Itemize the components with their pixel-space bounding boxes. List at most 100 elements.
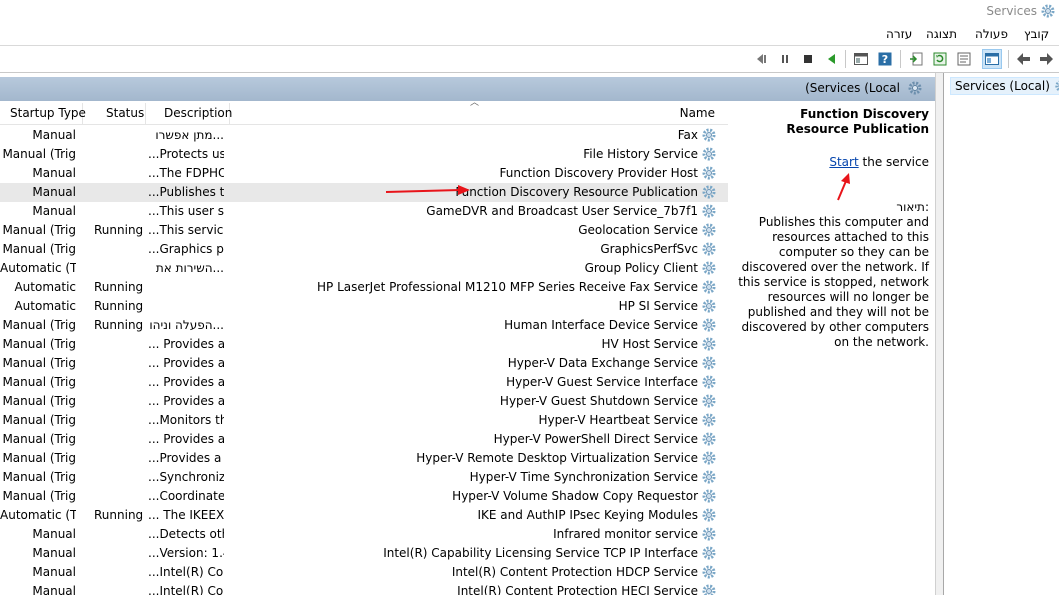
service-row[interactable]: Hyper-V Remote Desktop Virtualization Se…	[0, 449, 728, 468]
service-description: ...Graphics pe	[148, 242, 224, 256]
service-startup-type: Manual (Trig	[2, 147, 76, 161]
service-name: HV Host Service	[601, 337, 698, 351]
service-name: IKE and AuthIP IPsec Keying Modules	[477, 508, 698, 522]
service-row[interactable]: Infrared monitor service ...Detects oth Ma…	[0, 525, 728, 544]
service-startup-type: Manual	[32, 185, 76, 199]
service-gear-icon	[701, 450, 717, 469]
service-description: ...Coordinates	[148, 489, 224, 503]
tree-item-services-local[interactable]: Services (Local)	[950, 77, 1059, 95]
service-name: HP LaserJet Professional M1210 MFP Serie…	[317, 280, 698, 294]
service-status: Running	[94, 508, 144, 522]
service-row[interactable]: GraphicsPerfSvc ...Graphics pe Manual (Tri…	[0, 240, 728, 259]
service-description: ...Detects oth	[148, 527, 224, 541]
service-row[interactable]: Group Policy Client השירות את... Automatic…	[0, 259, 728, 278]
service-row[interactable]: Hyper-V PowerShell Direct Service ... Pro…	[0, 430, 728, 449]
service-name: GameDVR and Broadcast User Service_7b7f1	[426, 204, 698, 218]
service-name: Human Interface Device Service	[504, 318, 698, 332]
refresh-icon[interactable]	[931, 50, 949, 68]
service-row[interactable]: Hyper-V Guest Shutdown Service ... Provid…	[0, 392, 728, 411]
service-startup-type: Manual	[32, 128, 76, 142]
service-row[interactable]: Function Discovery Provider Host ...The F…	[0, 164, 728, 183]
selected-service-title: Function Discovery Resource Publication	[786, 107, 929, 136]
service-startup-type: Manual (Trig	[2, 318, 76, 332]
menu-help[interactable]: עזרה	[886, 27, 912, 41]
service-description: ...Monitors th	[148, 413, 224, 427]
menu-view[interactable]: תצוגה	[926, 27, 957, 41]
service-startup-type: Manual	[32, 166, 76, 180]
service-gear-icon	[701, 526, 717, 545]
service-startup-type: Manual	[32, 527, 76, 541]
service-row[interactable]: File History Service ...Protects use Manua…	[0, 145, 728, 164]
start-service-link[interactable]: Start	[829, 155, 858, 169]
service-row[interactable]: Fax מתן אפשרו... Manual	[0, 126, 728, 145]
description-label: תיאור:	[896, 200, 929, 214]
service-gear-icon	[701, 336, 717, 355]
service-status: Running	[94, 280, 144, 294]
sort-ascending-icon: ︿	[470, 101, 480, 108]
service-description: ... Provides an	[148, 375, 224, 389]
service-row[interactable]: Hyper-V Heartbeat Service ...Monitors th M…	[0, 411, 728, 430]
service-row[interactable]: HP SI Service Running Automatic	[0, 297, 728, 316]
service-name: Hyper-V Data Exchange Service	[507, 356, 698, 370]
service-startup-type: Manual (Trig	[2, 337, 76, 351]
service-row[interactable]: Geolocation Service ...This service Runnin…	[0, 221, 728, 240]
service-row[interactable]: Hyper-V Data Exchange Service ... Provide…	[0, 354, 728, 373]
service-row[interactable]: HV Host Service ... Provides an Manual (Tr…	[0, 335, 728, 354]
service-startup-type: Automatic	[14, 299, 76, 313]
stop-service-icon[interactable]	[799, 50, 817, 68]
pane-header: (Services (Local	[0, 77, 935, 101]
start-service-icon[interactable]	[822, 50, 840, 68]
title-bar: Services	[0, 0, 1059, 24]
service-description: הפעלה וניהו...	[149, 318, 224, 332]
service-description: ...Version: 1.4	[148, 546, 224, 560]
service-row[interactable]: GameDVR and Broadcast User Service_7b7f1…	[0, 202, 728, 221]
service-row[interactable]: HP LaserJet Professional M1210 MFP Serie…	[0, 278, 728, 297]
back-icon[interactable]	[1015, 50, 1033, 68]
service-startup-type: Manual (Trig	[2, 413, 76, 427]
service-row[interactable]: Intel(R) Capability Licensing Service TC…	[0, 544, 728, 563]
service-description: ...Intel(R) Con	[148, 584, 224, 595]
service-row[interactable]: Intel(R) Content Protection HDCP Service…	[0, 563, 728, 582]
service-row[interactable]: Hyper-V Guest Service Interface ... Provi…	[0, 373, 728, 392]
service-description: ... Provides a	[148, 394, 224, 408]
column-header-row: ︿ Name Description Status Startup Type	[0, 101, 728, 125]
restart-service-icon[interactable]	[752, 50, 770, 68]
service-row[interactable]: IKE and AuthIP IPsec Keying Modules ... T…	[0, 506, 728, 525]
service-startup-type: Manual (Trig	[2, 432, 76, 446]
service-gear-icon	[701, 412, 717, 431]
service-row[interactable]: Hyper-V Time Synchronization Service ...S…	[0, 468, 728, 487]
show-hide-tree-icon[interactable]	[982, 49, 1002, 69]
service-row[interactable]: Hyper-V Volume Shadow Copy Requestor ...C…	[0, 487, 728, 506]
properties-icon[interactable]	[955, 50, 973, 68]
menu-file[interactable]: קובץ	[1024, 27, 1049, 41]
service-name: Hyper-V Time Synchronization Service	[469, 470, 698, 484]
service-status: Running	[94, 223, 144, 237]
pane-splitter[interactable]	[935, 73, 943, 595]
column-status[interactable]: Status	[106, 101, 144, 125]
service-row[interactable]: Function Discovery Resource Publication.…	[0, 183, 728, 202]
help-icon[interactable]: ?	[876, 50, 894, 68]
column-startup-type[interactable]: Startup Type	[10, 101, 86, 125]
service-row[interactable]: Intel(R) Content Protection HECI Service…	[0, 582, 728, 595]
service-startup-type: Manual (Trig	[2, 451, 76, 465]
column-description[interactable]: Description	[164, 101, 232, 125]
service-name: Intel(R) Content Protection HECI Service	[457, 584, 698, 595]
service-description: ... Provides a	[148, 432, 224, 446]
start-service-line: Start the service	[829, 155, 929, 169]
service-startup-type: Manual	[32, 546, 76, 560]
forward-icon[interactable]	[1037, 50, 1055, 68]
pause-service-icon[interactable]	[776, 50, 794, 68]
service-name: Geolocation Service	[578, 223, 698, 237]
window-title: Services	[986, 4, 1037, 18]
column-name[interactable]: Name	[680, 101, 715, 125]
service-startup-type: Automatic	[14, 280, 76, 294]
service-gear-icon	[701, 545, 717, 564]
service-gear-icon	[701, 564, 717, 583]
export-list-icon[interactable]	[907, 50, 925, 68]
service-gear-icon	[701, 507, 717, 526]
service-name: Group Policy Client	[584, 261, 698, 275]
console-tree-icon[interactable]	[852, 50, 870, 68]
menu-action[interactable]: פעולה	[975, 27, 1008, 41]
service-gear-icon	[701, 298, 717, 317]
service-row[interactable]: Human Interface Device Service הפעלה וניה…	[0, 316, 728, 335]
